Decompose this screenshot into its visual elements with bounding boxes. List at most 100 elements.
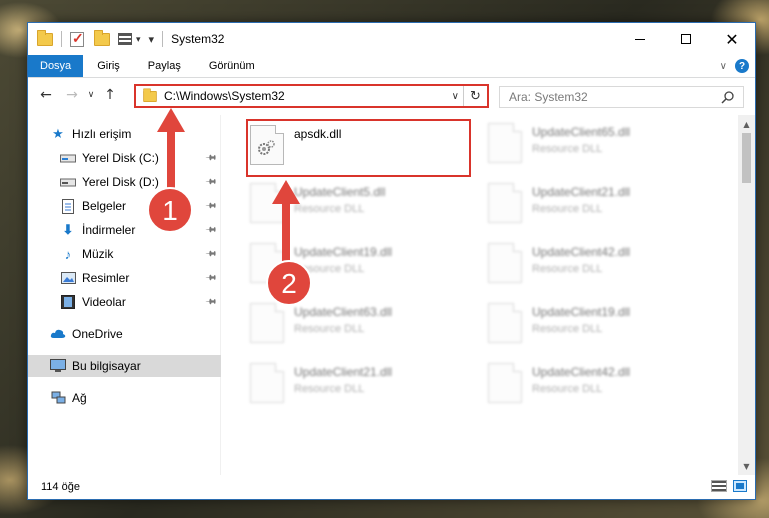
sidebar-item-label: OneDrive [72, 327, 123, 341]
sidebar-item-label: Hızlı erişim [72, 127, 132, 141]
file-item[interactable]: UpdateClient21.dll Resource DLL [250, 363, 480, 419]
file-name: UpdateClient5.dll [294, 185, 386, 199]
window-title: System32 [171, 32, 225, 46]
folder-icon [37, 29, 53, 46]
sidebar-item-quick-access[interactable]: ★ Hızlı erişim [28, 123, 221, 145]
sidebar-item-label: Yerel Disk (C:) [82, 151, 159, 165]
sidebar-item-label: Resimler [82, 271, 130, 285]
up-button[interactable]: ↑ [100, 87, 120, 103]
search-input[interactable]: Ara: System32 [499, 86, 744, 108]
ribbon-tabs: Dosya Giriş Paylaş Görünüm ∨ ? [28, 55, 755, 78]
file-item[interactable]: UpdateClient19.dll Resource DLL [488, 303, 718, 359]
pictures-icon [60, 270, 76, 286]
pin-icon[interactable]: 🖈 [201, 293, 220, 312]
scroll-up-icon[interactable]: ▲ [738, 117, 755, 131]
music-icon: ♪ [64, 246, 72, 262]
scroll-thumb[interactable] [742, 133, 751, 183]
view-buttons [711, 480, 747, 492]
expand-ribbon-icon[interactable]: ∨ [720, 61, 727, 72]
scroll-down-icon[interactable]: ▼ [738, 459, 755, 473]
file-name: UpdateClient19.dll [532, 305, 631, 319]
sidebar-item-label: Videolar [82, 295, 126, 309]
sidebar-item-local-disk-d[interactable]: Yerel Disk (D:) 🖈 [28, 171, 221, 193]
maximize-button[interactable] [663, 23, 709, 55]
address-bar[interactable]: C:\Windows\System32 ∨ ↻ [134, 84, 489, 108]
tab-home[interactable]: Giriş [83, 55, 134, 77]
sidebar-item-pictures[interactable]: Resimler 🖈 [28, 267, 221, 289]
dll-file-icon [250, 183, 284, 223]
file-item[interactable]: UpdateClient5.dll Resource DLL [250, 183, 480, 239]
sidebar-item-label: Ağ [72, 391, 87, 405]
file-type: Resource DLL [532, 323, 603, 335]
sidebar-item-downloads[interactable]: ⬇ İndirmeler 🖈 [28, 219, 221, 241]
network-icon [50, 390, 66, 406]
file-explorer-window: ▾ ▾ System32 ✕ Dosya Giriş Paylaş Görünü… [27, 22, 756, 500]
customize-toolbar-icon[interactable]: ▾ [149, 33, 155, 46]
folder-icon [143, 87, 157, 102]
pin-icon[interactable]: 🖈 [201, 197, 220, 216]
dll-file-icon [488, 243, 522, 283]
status-bar: 114 öğe [28, 475, 755, 499]
address-dropdown-icon[interactable]: ∨ [452, 91, 459, 102]
help-icon[interactable]: ? [735, 59, 749, 73]
large-icons-view-icon[interactable] [733, 480, 747, 492]
pin-icon[interactable]: 🖈 [201, 173, 220, 192]
ribbon-right: ∨ ? [720, 55, 755, 77]
properties-check-icon[interactable] [70, 30, 84, 47]
close-button[interactable]: ✕ [709, 23, 755, 55]
tab-file[interactable]: Dosya [28, 55, 84, 77]
vertical-scrollbar[interactable]: ▲ ▼ [738, 115, 755, 475]
file-type: Resource DLL [294, 263, 365, 275]
file-item[interactable]: UpdateClient19.dll Resource DLL [250, 243, 480, 299]
dll-file-icon [488, 303, 522, 343]
download-icon: ⬇ [62, 222, 74, 237]
file-type: Resource DLL [532, 143, 603, 155]
file-item[interactable]: UpdateClient65.dll Resource DLL [488, 123, 718, 179]
tab-view[interactable]: Görünüm [195, 55, 269, 77]
sidebar-item-local-disk-c[interactable]: Yerel Disk (C:) 🖈 [28, 147, 221, 169]
item-count: 114 öğe [41, 481, 80, 493]
sidebar-item-videos[interactable]: Videolar 🖈 [28, 291, 221, 313]
new-folder-icon[interactable] [94, 29, 110, 46]
navigation-bar: ← → ∨ ↑ C:\Windows\System32 ∨ ↻ Ara: Sys… [28, 78, 755, 112]
minimize-button[interactable] [617, 23, 663, 55]
dll-file-icon [488, 123, 522, 163]
dll-file-icon [250, 303, 284, 343]
sidebar-item-label: Belgeler [82, 199, 127, 213]
rename-icon[interactable] [118, 33, 132, 45]
file-item[interactable]: UpdateClient21.dll Resource DLL [488, 183, 718, 239]
file-item[interactable]: UpdateClient42.dll Resource DLL [488, 243, 718, 299]
sidebar-item-music[interactable]: ♪ Müzik 🖈 [28, 243, 221, 265]
pin-icon[interactable]: 🖈 [201, 221, 220, 240]
file-name: UpdateClient21.dll [294, 365, 393, 379]
forward-button[interactable]: → [62, 87, 82, 103]
sidebar-item-this-pc[interactable]: Bu bilgisayar [28, 355, 221, 377]
file-name: UpdateClient42.dll [532, 245, 631, 259]
file-item[interactable]: UpdateClient42.dll Resource DLL [488, 363, 718, 419]
back-button[interactable]: ← [36, 87, 56, 103]
videos-icon [60, 294, 76, 310]
details-view-icon[interactable] [711, 480, 727, 492]
search-icon [721, 90, 735, 104]
pin-icon[interactable]: 🖈 [201, 269, 220, 288]
file-type: Resource DLL [294, 203, 365, 215]
tab-share[interactable]: Paylaş [134, 55, 195, 77]
computer-icon [50, 358, 66, 374]
address-path: C:\Windows\System32 [164, 89, 285, 103]
file-type: Resource DLL [532, 383, 603, 395]
pin-icon[interactable]: 🖈 [201, 149, 220, 168]
star-icon: ★ [52, 126, 64, 141]
chevron-down-icon[interactable]: ▾ [136, 34, 141, 45]
dll-file-icon [488, 363, 522, 403]
refresh-button[interactable]: ↻ [463, 86, 487, 106]
recent-locations-button[interactable]: ∨ [84, 90, 98, 100]
drive-icon [60, 174, 76, 190]
window-controls: ✕ [617, 23, 755, 55]
sidebar-item-documents[interactable]: Belgeler 🖈 [28, 195, 221, 217]
sidebar-item-onedrive[interactable]: OneDrive [28, 323, 221, 345]
file-type: Resource DLL [532, 203, 603, 215]
sidebar-item-network[interactable]: Ağ [28, 387, 221, 409]
file-name: UpdateClient19.dll [294, 245, 393, 259]
file-item[interactable]: UpdateClient63.dll Resource DLL [250, 303, 480, 359]
pin-icon[interactable]: 🖈 [201, 245, 220, 264]
